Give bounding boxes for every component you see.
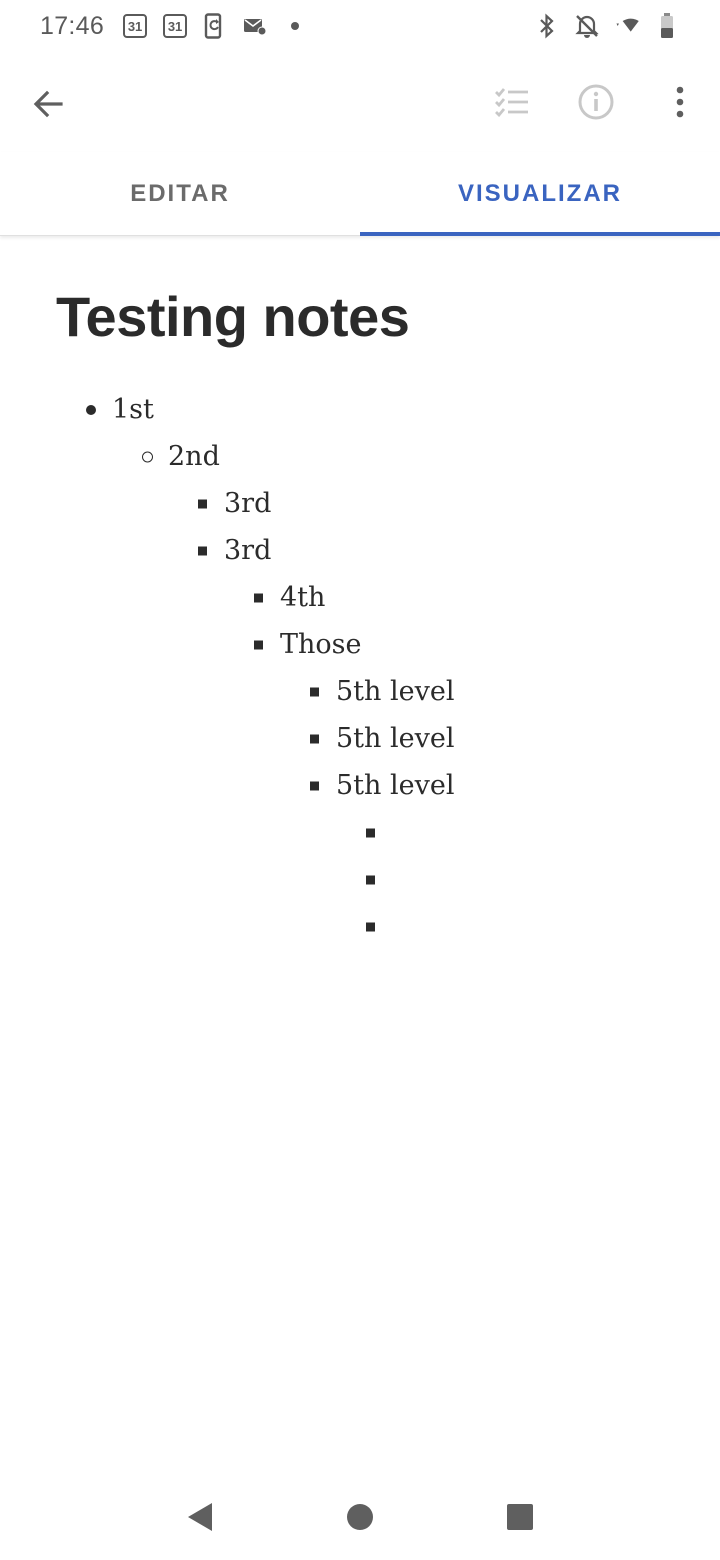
toolbar-actions: [490, 80, 720, 124]
navigation-bar: [0, 1474, 720, 1560]
note-title: Testing notes: [56, 285, 410, 348]
list-item: [0, 856, 720, 903]
nav-recents-icon: [507, 1504, 533, 1530]
info-button[interactable]: [574, 80, 618, 124]
bullet-square-icon: [254, 593, 263, 602]
bullet-disc-icon: [86, 404, 96, 415]
notifications-off-icon: [574, 13, 600, 39]
nav-recents-button[interactable]: [496, 1493, 544, 1541]
screen: 17:46 31 31 EDITAR VISUALIZAR Testing no…: [0, 0, 720, 1560]
list-item-text: Those: [280, 629, 362, 660]
calendar-day: 31: [123, 14, 148, 38]
list-item: 2nd: [0, 433, 720, 480]
list-item: Those: [0, 621, 720, 668]
list-item-text: 3rd: [224, 488, 272, 519]
bullet-square-icon: [366, 922, 375, 931]
bullet-square-icon: [366, 875, 375, 884]
bullet-square-icon: [366, 828, 375, 837]
list-item: 4th: [0, 574, 720, 621]
bullet-square-icon: [254, 640, 263, 649]
bullet-square-icon: [310, 781, 319, 790]
bluetooth-icon: [534, 13, 560, 39]
checklist-button[interactable]: [490, 80, 534, 124]
list-item: [0, 903, 720, 950]
tab-visualizar[interactable]: VISUALIZAR: [360, 152, 720, 236]
list-item-text: 3rd: [224, 535, 272, 566]
checklist-icon: [495, 88, 528, 117]
list-item: 5th level: [0, 715, 720, 762]
wifi-icon: [614, 13, 640, 39]
dot-icon: [282, 13, 308, 39]
list-item-text: 2nd: [168, 441, 220, 472]
phone-sync-icon: [202, 13, 228, 39]
calendar-icon: 31: [162, 13, 188, 39]
nav-home-icon: [347, 1504, 373, 1530]
info-icon: [578, 84, 614, 120]
status-bar: 17:46 31 31: [0, 0, 720, 52]
bullet-square-icon: [310, 734, 319, 743]
more-vert-icon: [676, 86, 684, 118]
status-time: 17:46: [40, 11, 105, 40]
battery-icon: [654, 13, 680, 39]
nav-home-button[interactable]: [336, 1493, 384, 1541]
list-item-text: 5th level: [336, 770, 455, 801]
more-options-button[interactable]: [658, 80, 702, 124]
nav-back-button[interactable]: [176, 1493, 224, 1541]
bullet-square-icon: [310, 687, 319, 696]
tab-editar[interactable]: EDITAR: [0, 152, 360, 235]
arrow-back-icon: [33, 90, 63, 118]
list-item: 1st: [0, 386, 720, 433]
bullet-square-icon: [198, 499, 207, 508]
list-item-text: 4th: [280, 582, 326, 613]
list-item: 3rd: [0, 480, 720, 527]
toolbar: [0, 52, 720, 152]
email-icon: [242, 13, 268, 39]
list-item: [0, 809, 720, 856]
calendar-day: 31: [163, 14, 188, 38]
status-left-icons: 31 31: [122, 13, 308, 39]
list-item: 5th level: [0, 668, 720, 715]
list-item-text: 5th level: [336, 723, 455, 754]
list-item-text: 1st: [112, 394, 154, 425]
status-right-icons: [534, 13, 680, 39]
list-item: 5th level: [0, 762, 720, 809]
list-item: 3rd: [0, 527, 720, 574]
list-item-text: 5th level: [336, 676, 455, 707]
bullet-circle-icon: [142, 451, 153, 462]
tab-bar: EDITAR VISUALIZAR: [0, 152, 720, 236]
calendar-icon: 31: [122, 13, 148, 39]
bullet-square-icon: [198, 546, 207, 555]
back-button[interactable]: [28, 84, 68, 124]
nav-back-icon: [188, 1503, 212, 1531]
